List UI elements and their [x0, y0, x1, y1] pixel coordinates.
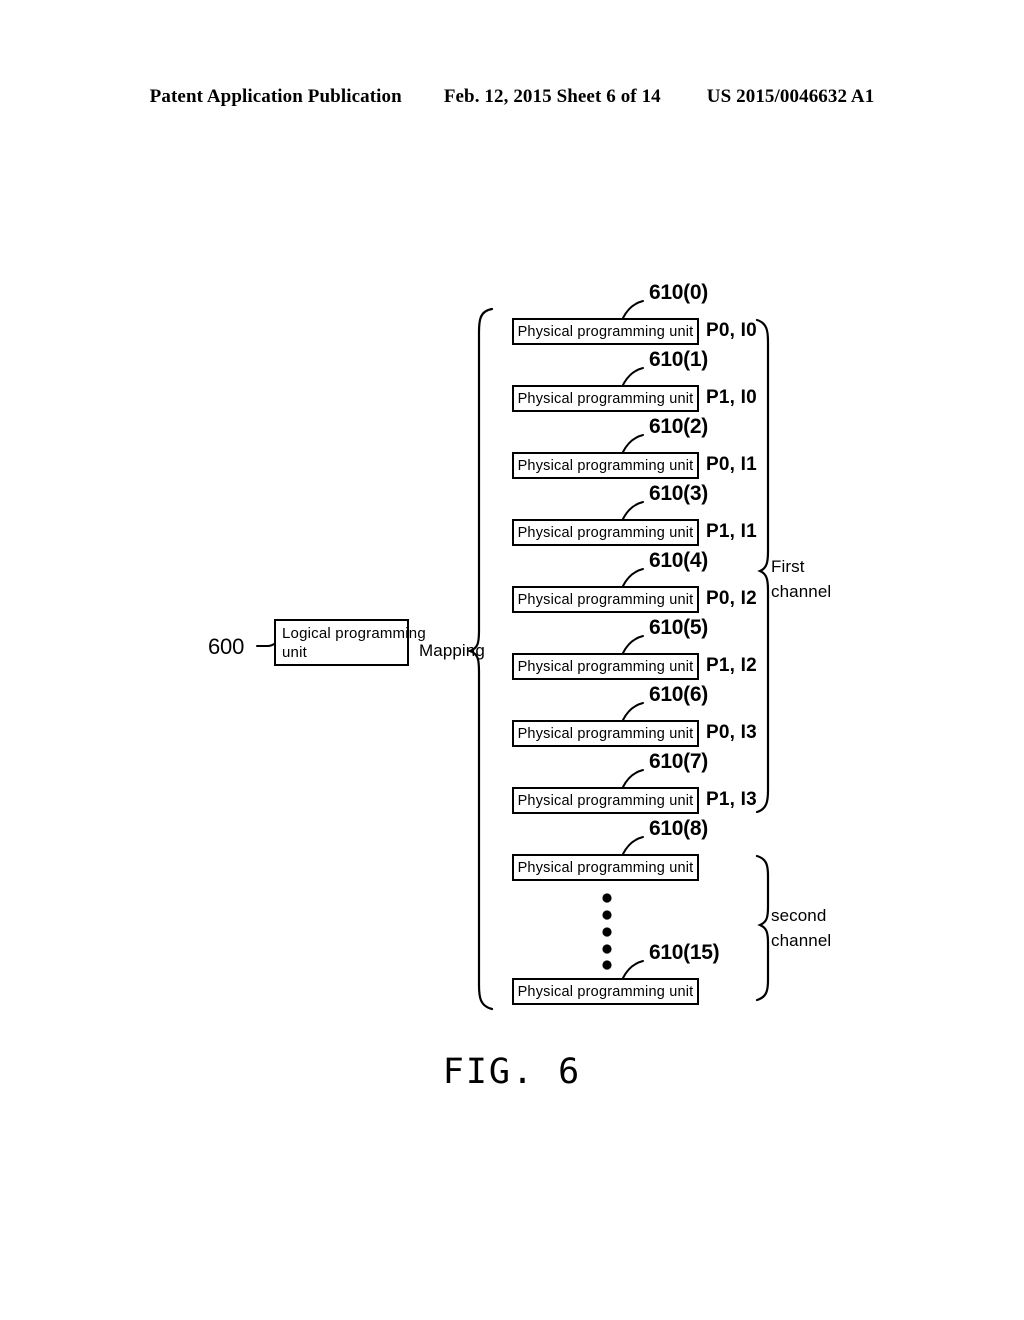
- physical-programming-unit-box-0: Physical programming unit: [512, 318, 699, 345]
- pi-label-1: P1, I0: [706, 387, 757, 408]
- ref-label-610-0: 610(0): [649, 281, 708, 304]
- ref-label-610-2: 610(2): [649, 415, 708, 438]
- logical-programming-unit-label-line1: Logical programming: [282, 625, 426, 642]
- physical-programming-unit-box-3: Physical programming unit: [512, 519, 699, 546]
- physical-programming-unit-label: Physical programming unit: [517, 323, 694, 340]
- physical-programming-unit-label: Physical programming unit: [517, 591, 694, 608]
- leader-610-4: [622, 568, 644, 587]
- pi-label-5: P1, I2: [706, 655, 757, 676]
- leader-610-15: [622, 960, 644, 979]
- physical-programming-unit-label: Physical programming unit: [517, 658, 694, 675]
- logical-programming-unit-box: Logical programming unit: [274, 619, 426, 666]
- pi-label-4: P0, I2: [706, 588, 757, 609]
- physical-programming-unit-label: Physical programming unit: [517, 983, 694, 1000]
- physical-programming-unit-label: Physical programming unit: [517, 859, 694, 876]
- leader-610-1: [622, 367, 644, 386]
- pi-label-7: P1, I3: [706, 789, 757, 810]
- physical-programming-unit-label: Physical programming unit: [517, 457, 694, 474]
- second-channel-brace: [755, 854, 770, 1002]
- ref-label-610-6: 610(6): [649, 683, 708, 706]
- second-channel-label: second channel: [771, 903, 831, 953]
- physical-programming-unit-box-8: Physical programming unit: [512, 854, 699, 881]
- first-channel-brace: [755, 318, 770, 814]
- leader-610-5: [622, 635, 644, 654]
- physical-programming-unit-box-6: Physical programming unit: [512, 720, 699, 747]
- logical-programming-unit-label-line2: unit: [282, 644, 307, 661]
- pi-label-3: P1, I1: [706, 521, 757, 542]
- pi-label-0: P0, I0: [706, 320, 757, 341]
- pi-label-2: P0, I1: [706, 454, 757, 475]
- physical-programming-unit-box-15: Physical programming unit: [512, 978, 699, 1005]
- ref-label-610-15: 610(15): [649, 941, 720, 964]
- leader-610-2: [622, 434, 644, 453]
- ref-label-610-8: 610(8): [649, 817, 708, 840]
- physical-programming-unit-box-4: Physical programming unit: [512, 586, 699, 613]
- physical-programming-unit-label: Physical programming unit: [517, 725, 694, 742]
- leader-610-8: [622, 836, 644, 855]
- source-reference-numeral: 600: [208, 634, 245, 659]
- second-channel-label-line2: channel: [771, 931, 832, 950]
- ref-label-610-1: 610(1): [649, 348, 708, 371]
- mapping-label: Mapping: [419, 641, 485, 660]
- leader-610-3: [622, 501, 644, 520]
- pi-label-6: P0, I3: [706, 722, 757, 743]
- physical-programming-unit-label: Physical programming unit: [517, 524, 694, 541]
- first-channel-label-line2: channel: [771, 582, 832, 601]
- first-channel-label: First channel: [771, 554, 831, 604]
- second-channel-label-line1: second: [771, 906, 827, 925]
- figure-6-diagram: 600 Logical programming unit Mapping 610…: [0, 0, 1024, 1320]
- figure-caption: FIG. 6: [442, 1052, 582, 1092]
- ref-label-610-5: 610(5): [649, 616, 708, 639]
- leader-610-0: [622, 300, 644, 319]
- ref-label-610-4: 610(4): [649, 549, 708, 572]
- vertical-ellipsis: [602, 893, 612, 970]
- physical-programming-unit-box-7: Physical programming unit: [512, 787, 699, 814]
- physical-programming-unit-label: Physical programming unit: [517, 792, 694, 809]
- physical-programming-unit-box-1: Physical programming unit: [512, 385, 699, 412]
- leader-610-6: [622, 702, 644, 721]
- physical-programming-unit-box-5: Physical programming unit: [512, 653, 699, 680]
- physical-programming-unit-label: Physical programming unit: [517, 390, 694, 407]
- ref-label-610-3: 610(3): [649, 482, 708, 505]
- ref-label-610-7: 610(7): [649, 750, 708, 773]
- physical-programming-unit-box-2: Physical programming unit: [512, 452, 699, 479]
- leader-610-7: [622, 769, 644, 788]
- first-channel-label-line1: First: [771, 557, 805, 576]
